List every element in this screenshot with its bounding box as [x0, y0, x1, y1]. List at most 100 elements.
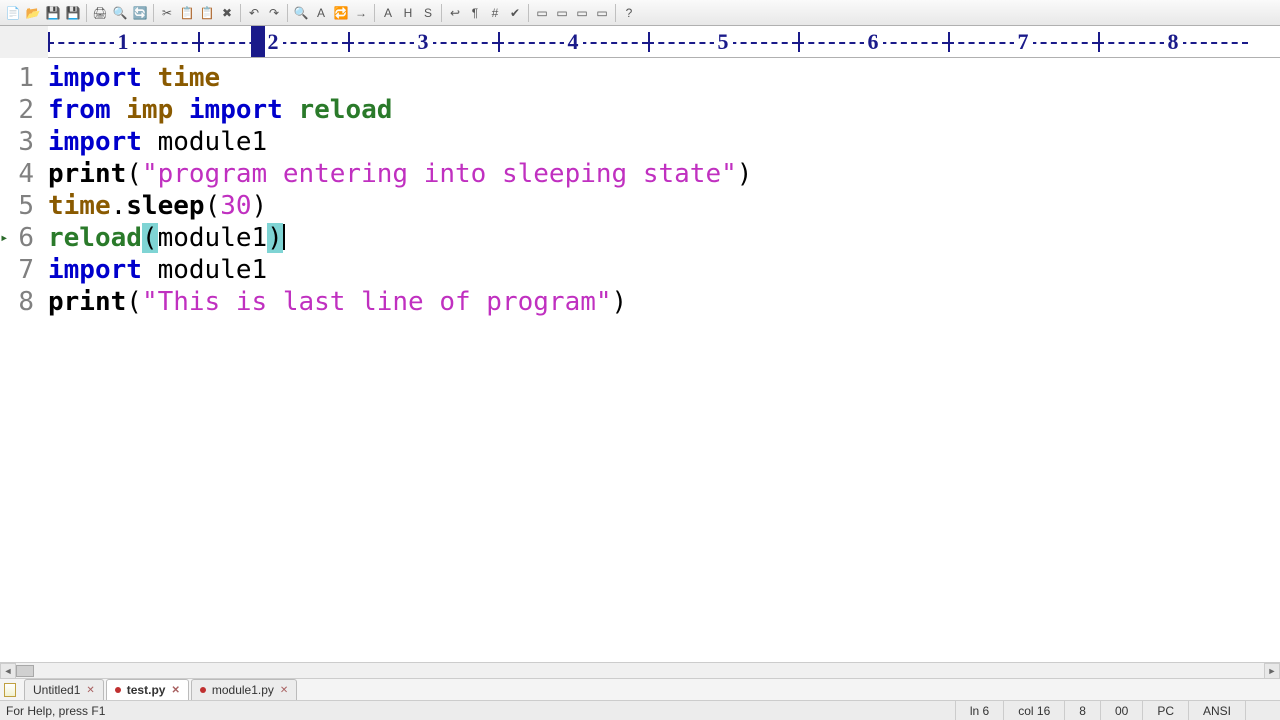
code-token: import	[48, 63, 158, 93]
code-token: )	[612, 287, 628, 317]
ruler-segment: 4	[498, 26, 648, 58]
strikethrough-icon[interactable]: S	[419, 4, 437, 22]
toolbar: 📄📂💾💾🖨🔍🔄✂📋📋✖↶↷🔍A🔁→AHS↩¶#✔▭▭▭▭?	[0, 0, 1280, 26]
line-numbers-icon[interactable]: #	[486, 4, 504, 22]
code-line[interactable]: time.sleep(30)	[48, 190, 1280, 222]
code-line[interactable]: reload(module1)	[48, 222, 1280, 254]
show-ws-icon[interactable]: ¶	[466, 4, 484, 22]
find-next-icon[interactable]: A	[312, 4, 330, 22]
panel-2-icon[interactable]: ▭	[553, 4, 571, 22]
code-token: )	[267, 223, 283, 253]
code-token: import	[48, 127, 158, 157]
ruler-segment: 1	[48, 26, 198, 58]
text-caret	[283, 224, 285, 250]
status-line: ln 6	[955, 701, 1003, 720]
ruler: 1 2 3 4 56 7 8	[48, 26, 1280, 58]
ruler-number: 2	[264, 29, 283, 55]
undo-icon[interactable]: ↶	[245, 4, 263, 22]
code-editor[interactable]: 12345678 import timefrom imp import relo…	[0, 58, 1280, 662]
ruler-number: 1	[114, 29, 133, 55]
tab-label: Untitled1	[33, 683, 80, 697]
scroll-right-icon[interactable]: ►	[1264, 663, 1280, 679]
panel-4-icon[interactable]: ▭	[593, 4, 611, 22]
find-icon[interactable]: 🔍	[292, 4, 310, 22]
cut-icon[interactable]: ✂	[158, 4, 176, 22]
ruler-number: 7	[1014, 29, 1033, 55]
code-area[interactable]: import timefrom imp import reloadimport …	[48, 58, 1280, 662]
goto-icon[interactable]: →	[352, 4, 370, 22]
toolbar-separator	[615, 4, 616, 22]
code-line[interactable]: import module1	[48, 126, 1280, 158]
line-number: 4	[0, 158, 48, 190]
status-platform: PC	[1142, 701, 1188, 720]
ruler-segment: 3	[348, 26, 498, 58]
modified-dot-icon	[115, 687, 121, 693]
code-line[interactable]: from imp import reload	[48, 94, 1280, 126]
html-tag-icon[interactable]: H	[399, 4, 417, 22]
toolbar-separator	[240, 4, 241, 22]
panel-3-icon[interactable]: ▭	[573, 4, 591, 22]
code-token: print	[48, 159, 126, 189]
code-line[interactable]: print("program entering into sleeping st…	[48, 158, 1280, 190]
ruler-number: 3	[414, 29, 433, 55]
replace-icon[interactable]: 🔁	[332, 4, 350, 22]
line-number: 2	[0, 94, 48, 126]
code-token: imp	[126, 95, 173, 125]
toolbar-separator	[153, 4, 154, 22]
ruler-segment: 7	[948, 26, 1098, 58]
font-size-icon[interactable]: A	[379, 4, 397, 22]
line-number-gutter: 12345678	[0, 58, 48, 662]
code-token: "program entering into sleeping state"	[142, 159, 737, 189]
print-icon[interactable]: 🖨	[91, 4, 109, 22]
ruler-segment: 8	[1098, 26, 1248, 58]
toolbar-separator	[528, 4, 529, 22]
wrap-icon[interactable]: ↩	[446, 4, 464, 22]
code-token: .	[111, 191, 127, 221]
code-token: time	[158, 63, 221, 93]
delete-icon[interactable]: ✖	[218, 4, 236, 22]
code-line[interactable]: import time	[48, 62, 1280, 94]
reload-icon[interactable]: 🔄	[131, 4, 149, 22]
paste-icon[interactable]: 📋	[198, 4, 216, 22]
open-icon[interactable]: 📂	[24, 4, 42, 22]
line-number: 5	[0, 190, 48, 222]
horizontal-scrollbar[interactable]: ◄ ►	[0, 662, 1280, 678]
status-spacer	[1245, 701, 1274, 720]
code-token: reload	[298, 95, 392, 125]
panel-1-icon[interactable]: ▭	[533, 4, 551, 22]
line-number: 1	[0, 62, 48, 94]
modified-dot-icon	[200, 687, 206, 693]
status-encoding: ANSI	[1188, 701, 1245, 720]
code-token: "This is last line of program"	[142, 287, 612, 317]
code-token: )	[252, 191, 268, 221]
status-val2: 00	[1100, 701, 1142, 720]
close-icon[interactable]: ✕	[280, 685, 288, 696]
ruler-number: 4	[564, 29, 583, 55]
scroll-thumb[interactable]	[16, 665, 34, 677]
code-line[interactable]: print("This is last line of program")	[48, 286, 1280, 318]
copy-icon[interactable]: 📋	[178, 4, 196, 22]
ruler-segment: 5	[648, 26, 798, 58]
tab-label: test.py	[127, 683, 166, 697]
close-icon[interactable]: ✕	[86, 685, 94, 696]
close-icon[interactable]: ✕	[171, 685, 179, 696]
tab-label: module1.py	[212, 683, 274, 697]
redo-icon[interactable]: ↷	[265, 4, 283, 22]
tab-test-py[interactable]: test.py ✕	[106, 679, 189, 700]
save-icon[interactable]: 💾	[44, 4, 62, 22]
code-token: module1	[158, 223, 268, 253]
save-all-icon[interactable]: 💾	[64, 4, 82, 22]
print-preview-icon[interactable]: 🔍	[111, 4, 129, 22]
status-col: col 16	[1003, 701, 1064, 720]
ruler-segment: 6	[798, 26, 948, 58]
new-icon[interactable]: 📄	[4, 4, 22, 22]
tab-Untitled1[interactable]: Untitled1 ✕	[24, 679, 104, 700]
tab-module1-py[interactable]: module1.py ✕	[191, 679, 297, 700]
check-icon[interactable]: ✔	[506, 4, 524, 22]
toolbar-separator	[441, 4, 442, 22]
code-token: (	[126, 287, 142, 317]
help-icon[interactable]: ?	[620, 4, 638, 22]
code-token: import	[173, 95, 298, 125]
code-line[interactable]: import module1	[48, 254, 1280, 286]
scroll-left-icon[interactable]: ◄	[0, 663, 16, 679]
